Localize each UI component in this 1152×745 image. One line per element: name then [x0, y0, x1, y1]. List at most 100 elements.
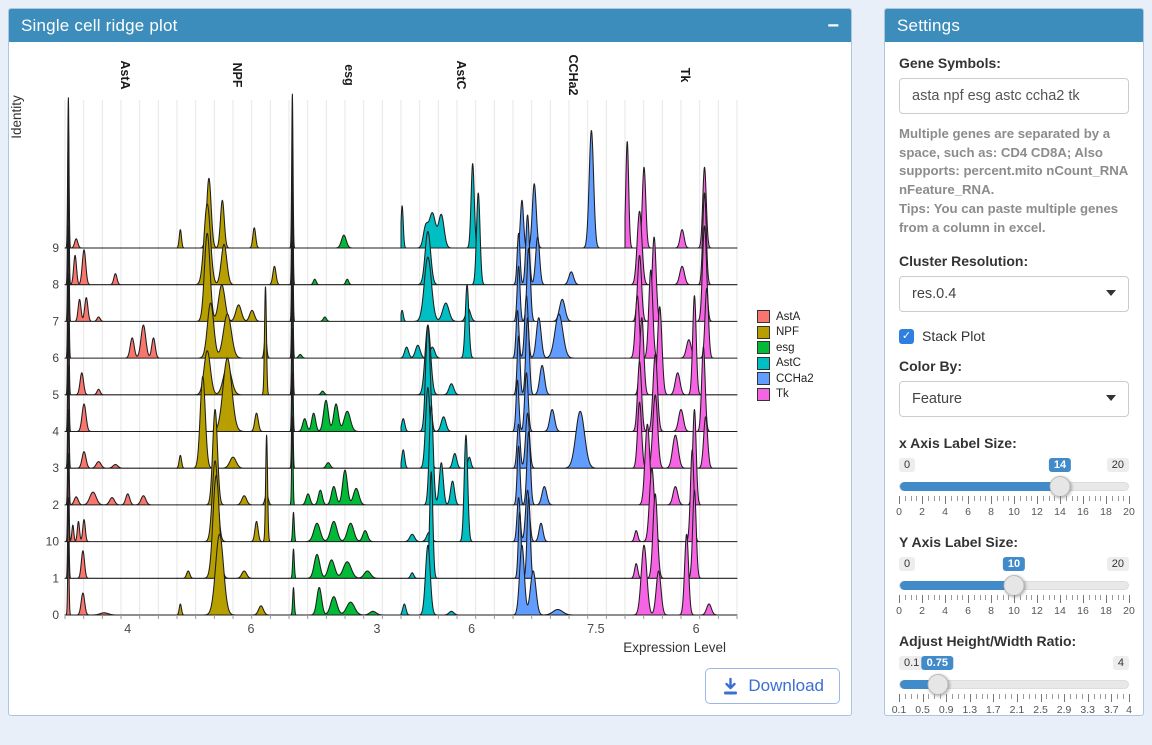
facet-label-Tk: Tk [678, 68, 692, 83]
legend-label: NPF [776, 326, 799, 338]
collapse-icon[interactable]: − [827, 16, 839, 36]
slider-scale-label: 10 [1008, 605, 1020, 617]
slider-track[interactable] [899, 680, 1129, 689]
slider-scale-label: 12 [1031, 506, 1043, 518]
slider-0[interactable]: 0201402468101214161820 [899, 458, 1129, 522]
slider-block-2: Adjust Height/Width Ratio:0.140.750.10.5… [899, 633, 1129, 720]
slider-scale-label: 0 [896, 506, 902, 518]
stack-plot-label: Stack Plot [922, 328, 985, 344]
y-tick-label: 5 [52, 388, 59, 402]
slider-scale-label: 12 [1031, 605, 1043, 617]
ridge-plot: AstANPFesgAstCCCHa2TkIdentity98765432101… [9, 45, 851, 657]
slider-scale-label: 1.3 [962, 704, 977, 716]
slider-scale-label: 16 [1077, 605, 1089, 617]
slider-max: 4 [1113, 656, 1129, 670]
legend-label: CCHa2 [776, 373, 814, 385]
slider-scale-label: 3.3 [1080, 704, 1095, 716]
slider-scale-label: 8 [988, 605, 994, 617]
settings-panel-title: Settings [897, 16, 1131, 36]
y-tick-label: 7 [52, 314, 59, 328]
legend-key-AstC [757, 357, 770, 370]
slider-scale-label: 14 [1054, 605, 1066, 617]
slider-value-badge: 0.75 [922, 656, 953, 670]
x-tick-label: 6 [247, 622, 254, 636]
slider-scale-label: 2.1 [1010, 704, 1025, 716]
slider-max: 20 [1107, 458, 1129, 472]
slider-scale-label: 20 [1123, 605, 1135, 617]
y-axis-title: Identity [9, 95, 24, 139]
download-button-label: Download [748, 676, 824, 696]
slider-value-badge: 14 [1049, 458, 1071, 472]
settings-panel-header: Settings [885, 9, 1143, 42]
slider-scale-label: 14 [1054, 506, 1066, 518]
slider-block-0: x Axis Label Size:0201402468101214161820 [899, 435, 1129, 522]
y-tick-label: 3 [52, 461, 59, 475]
legend-item-Tk: Tk [757, 388, 814, 401]
slider-scale-label: 8 [988, 506, 994, 518]
y-tick-label: 9 [52, 241, 59, 255]
slider-value-badge: 10 [1003, 557, 1025, 571]
ridge-plot-panel: Single cell ridge plot − AstANPFesgAstCC… [8, 8, 852, 716]
x-axis-title: Expression Level [623, 640, 726, 655]
x-tick-label: 6 [693, 622, 700, 636]
gene-symbols-help: Multiple genes are separated by a space,… [899, 125, 1129, 237]
legend-item-NPF: NPF [757, 326, 814, 339]
settings-panel: Settings Gene Symbols: Multiple genes ar… [884, 8, 1144, 716]
slider-handle[interactable] [1049, 476, 1070, 497]
slider-handle[interactable] [928, 674, 949, 695]
slider-scale-label: 0 [896, 605, 902, 617]
color-by-label: Color By: [899, 358, 1129, 374]
y-tick-label: 8 [52, 278, 59, 292]
gene-symbols-input[interactable] [899, 78, 1129, 114]
legend-label: Tk [776, 388, 789, 400]
facet-label-CCHa2: CCHa2 [566, 55, 580, 96]
y-tick-label: 6 [52, 351, 59, 365]
legend-key-CCHa2 [757, 372, 770, 385]
slider-label-0: x Axis Label Size: [899, 435, 1129, 451]
slider-track[interactable] [899, 581, 1129, 590]
stack-plot-checkbox[interactable]: ✓ [899, 329, 914, 344]
legend-key-NPF [757, 326, 770, 339]
legend-key-Tk [757, 388, 770, 401]
x-tick-label: 3 [373, 622, 380, 636]
y-tick-label: 1 [52, 571, 59, 585]
slider-1[interactable]: 0201002468101214161820 [899, 557, 1129, 621]
slider-scale-label: 0.1 [892, 704, 907, 716]
cluster-resolution-select[interactable]: res.0.4 [899, 276, 1129, 312]
legend-label: AstA [776, 311, 800, 323]
facet-label-AstA: AstA [118, 60, 132, 89]
slider-scale-label: 18 [1100, 605, 1112, 617]
slider-scale-label: 20 [1123, 506, 1135, 518]
chevron-down-icon [1106, 395, 1116, 401]
x-tick-label: 6 [468, 622, 475, 636]
slider-max: 20 [1107, 557, 1129, 571]
slider-scale-label: 2 [919, 605, 925, 617]
color-by-select[interactable]: Feature [899, 381, 1129, 417]
slider-min: 0.1 [899, 656, 924, 670]
y-tick-label: 10 [46, 535, 60, 549]
slider-handle[interactable] [1004, 575, 1025, 596]
download-button[interactable]: Download [705, 668, 840, 704]
slider-scale-label: 0.5 [915, 704, 930, 716]
legend-item-esg: esg [757, 341, 814, 354]
download-icon [721, 677, 740, 696]
facet-label-NPF: NPF [230, 63, 244, 88]
legend-label: esg [776, 342, 795, 354]
slider-min: 0 [899, 458, 915, 472]
y-tick-label: 4 [52, 425, 59, 439]
facet-label-AstC: AstC [454, 60, 468, 89]
legend-label: AstC [776, 357, 801, 369]
slider-min: 0 [899, 557, 915, 571]
slider-scale-label: 2.5 [1033, 704, 1048, 716]
x-tick-label: 7.5 [587, 622, 604, 636]
slider-scale-label: 2.9 [1057, 704, 1072, 716]
slider-scale-label: 6 [965, 506, 971, 518]
cluster-resolution-label: Cluster Resolution: [899, 253, 1129, 269]
slider-2[interactable]: 0.140.750.10.50.91.31.72.12.52.93.33.74 [899, 656, 1129, 720]
slider-block-1: Y Axis Label Size:0201002468101214161820 [899, 534, 1129, 621]
chevron-down-icon [1106, 290, 1116, 296]
slider-track[interactable] [899, 482, 1129, 491]
gene-symbols-label: Gene Symbols: [899, 55, 1129, 71]
slider-label-1: Y Axis Label Size: [899, 534, 1129, 550]
slider-scale-label: 1.7 [986, 704, 1001, 716]
